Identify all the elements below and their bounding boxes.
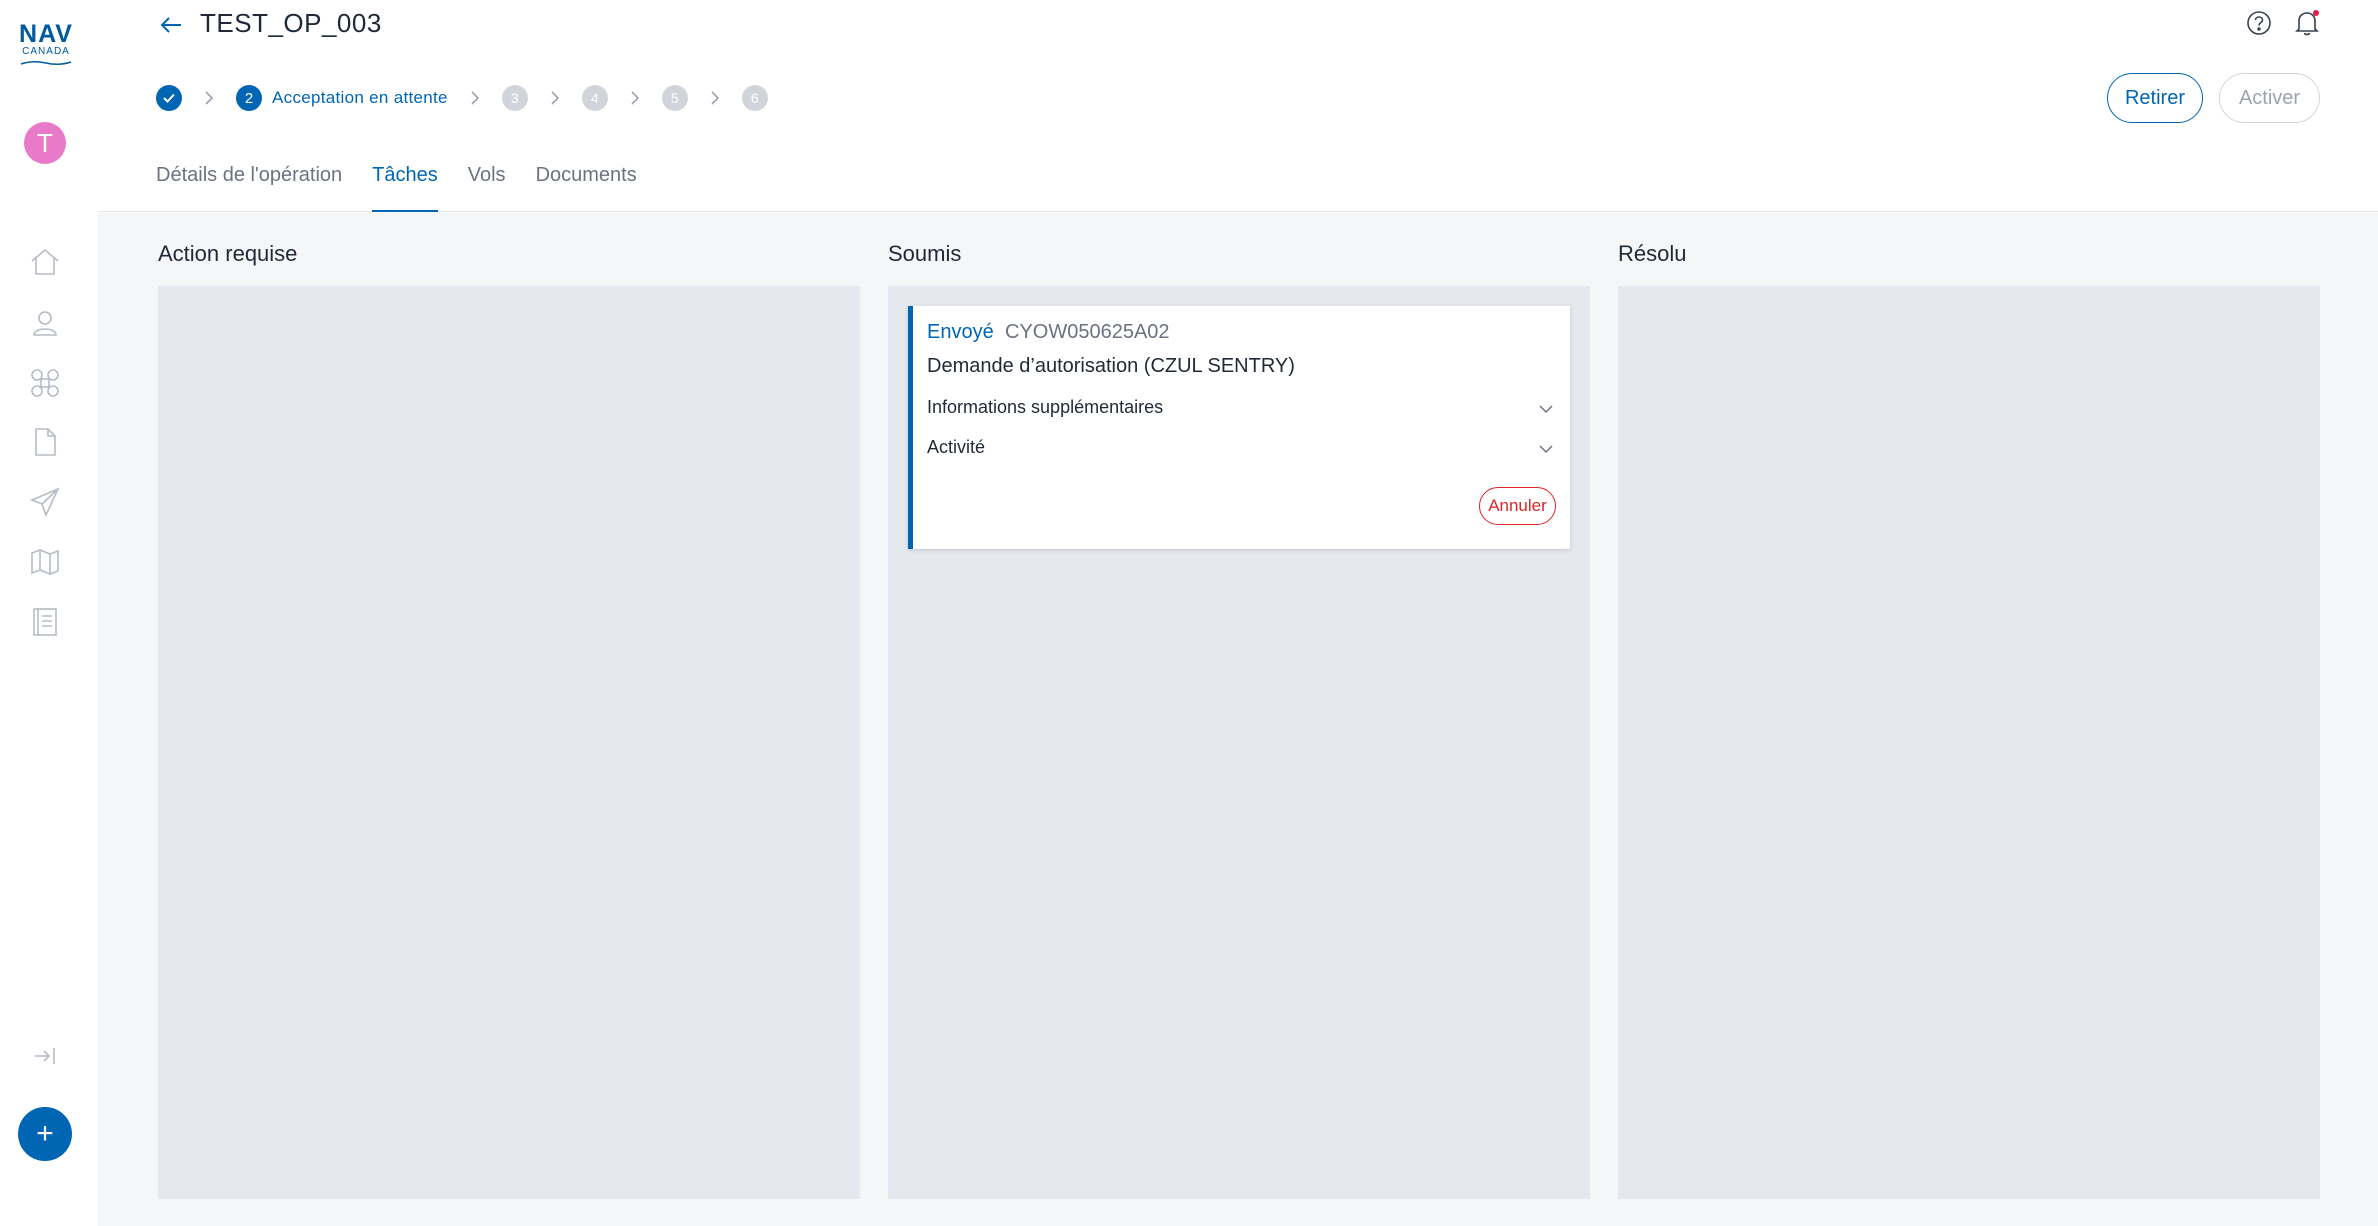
- column-title-action-requise: Action requise: [158, 241, 298, 266]
- chevron-right-icon: [464, 87, 486, 109]
- notifications-button[interactable]: [2292, 8, 2322, 38]
- user-icon[interactable]: [27, 305, 63, 341]
- nav-canada-logo[interactable]: NAV CANADA: [16, 22, 76, 66]
- stepper: 2 Acceptation en attente 3 4 5 6: [156, 84, 768, 112]
- logbook-icon[interactable]: [27, 604, 63, 640]
- paper-plane-icon[interactable]: [27, 484, 63, 520]
- task-card[interactable]: Envoyé CYOW050625A02 Demande d’autorisat…: [908, 306, 1570, 549]
- annuler-button[interactable]: Annuler: [1479, 487, 1556, 525]
- page-title: TEST_OP_003: [200, 8, 382, 38]
- step-future: 3: [501, 85, 528, 111]
- map-icon[interactable]: [27, 544, 63, 580]
- logo-primary: NAV: [19, 20, 73, 48]
- column-action-requise: [158, 286, 860, 1199]
- bell-icon: [2295, 10, 2319, 36]
- tab-taches[interactable]: Tâches: [372, 158, 438, 212]
- chevron-down-icon: [1539, 445, 1553, 454]
- activer-button[interactable]: Activer: [2219, 73, 2320, 123]
- step-future: 6: [741, 85, 768, 111]
- help-icon[interactable]: [2244, 8, 2274, 38]
- step-future: 4: [581, 85, 608, 111]
- check-icon: [163, 93, 175, 103]
- header: TEST_OP_003 2 Acceptation en attente 3 4…: [98, 0, 2378, 212]
- tab-vols[interactable]: Vols: [468, 158, 506, 212]
- column-resolu: [1618, 286, 2320, 1199]
- chevron-right-icon: [544, 87, 566, 109]
- column-soumis: Envoyé CYOW050625A02 Demande d’autorisat…: [888, 286, 1590, 1199]
- back-arrow-icon[interactable]: [156, 10, 186, 40]
- step-completed[interactable]: [156, 85, 182, 111]
- expander-activite[interactable]: Activité: [927, 437, 1556, 461]
- chevron-down-icon: [1539, 405, 1553, 414]
- expander-label: Activité: [927, 437, 986, 457]
- logo-wave-icon: [20, 60, 72, 66]
- tab-details[interactable]: Détails de l'opération: [156, 158, 342, 212]
- status-badge: Envoyé: [927, 321, 994, 343]
- step-active-number[interactable]: 2: [236, 85, 262, 111]
- expander-informations[interactable]: Informations supplémentaires: [927, 397, 1556, 421]
- retirer-button[interactable]: Retirer: [2107, 73, 2203, 123]
- task-board: Action requise Soumis Envoyé CYOW050625A…: [98, 213, 2378, 1226]
- chevron-right-icon: [624, 87, 646, 109]
- column-title-soumis: Soumis: [888, 241, 962, 266]
- sidebar: NAV CANADA T +: [0, 0, 98, 1226]
- home-icon[interactable]: [27, 244, 63, 280]
- expand-sidebar-icon[interactable]: [27, 1038, 63, 1074]
- tab-bar: Détails de l'opération Tâches Vols Docum…: [156, 158, 667, 212]
- task-title: Demande d’autorisation (CZUL SENTRY): [927, 355, 1295, 377]
- task-reference: CYOW050625A02: [1005, 321, 1170, 343]
- tab-documents[interactable]: Documents: [536, 158, 637, 212]
- logo-secondary: CANADA: [22, 46, 70, 57]
- chevron-right-icon: [198, 87, 220, 109]
- column-title-resolu: Résolu: [1618, 241, 1687, 266]
- add-button[interactable]: +: [18, 1107, 72, 1161]
- drone-icon[interactable]: [27, 365, 63, 401]
- document-icon[interactable]: [27, 424, 63, 460]
- step-active-label: Acceptation en attente: [272, 88, 448, 107]
- expander-label: Informations supplémentaires: [927, 397, 1164, 417]
- avatar[interactable]: T: [24, 122, 66, 164]
- step-future: 5: [661, 85, 688, 111]
- chevron-right-icon: [704, 87, 726, 109]
